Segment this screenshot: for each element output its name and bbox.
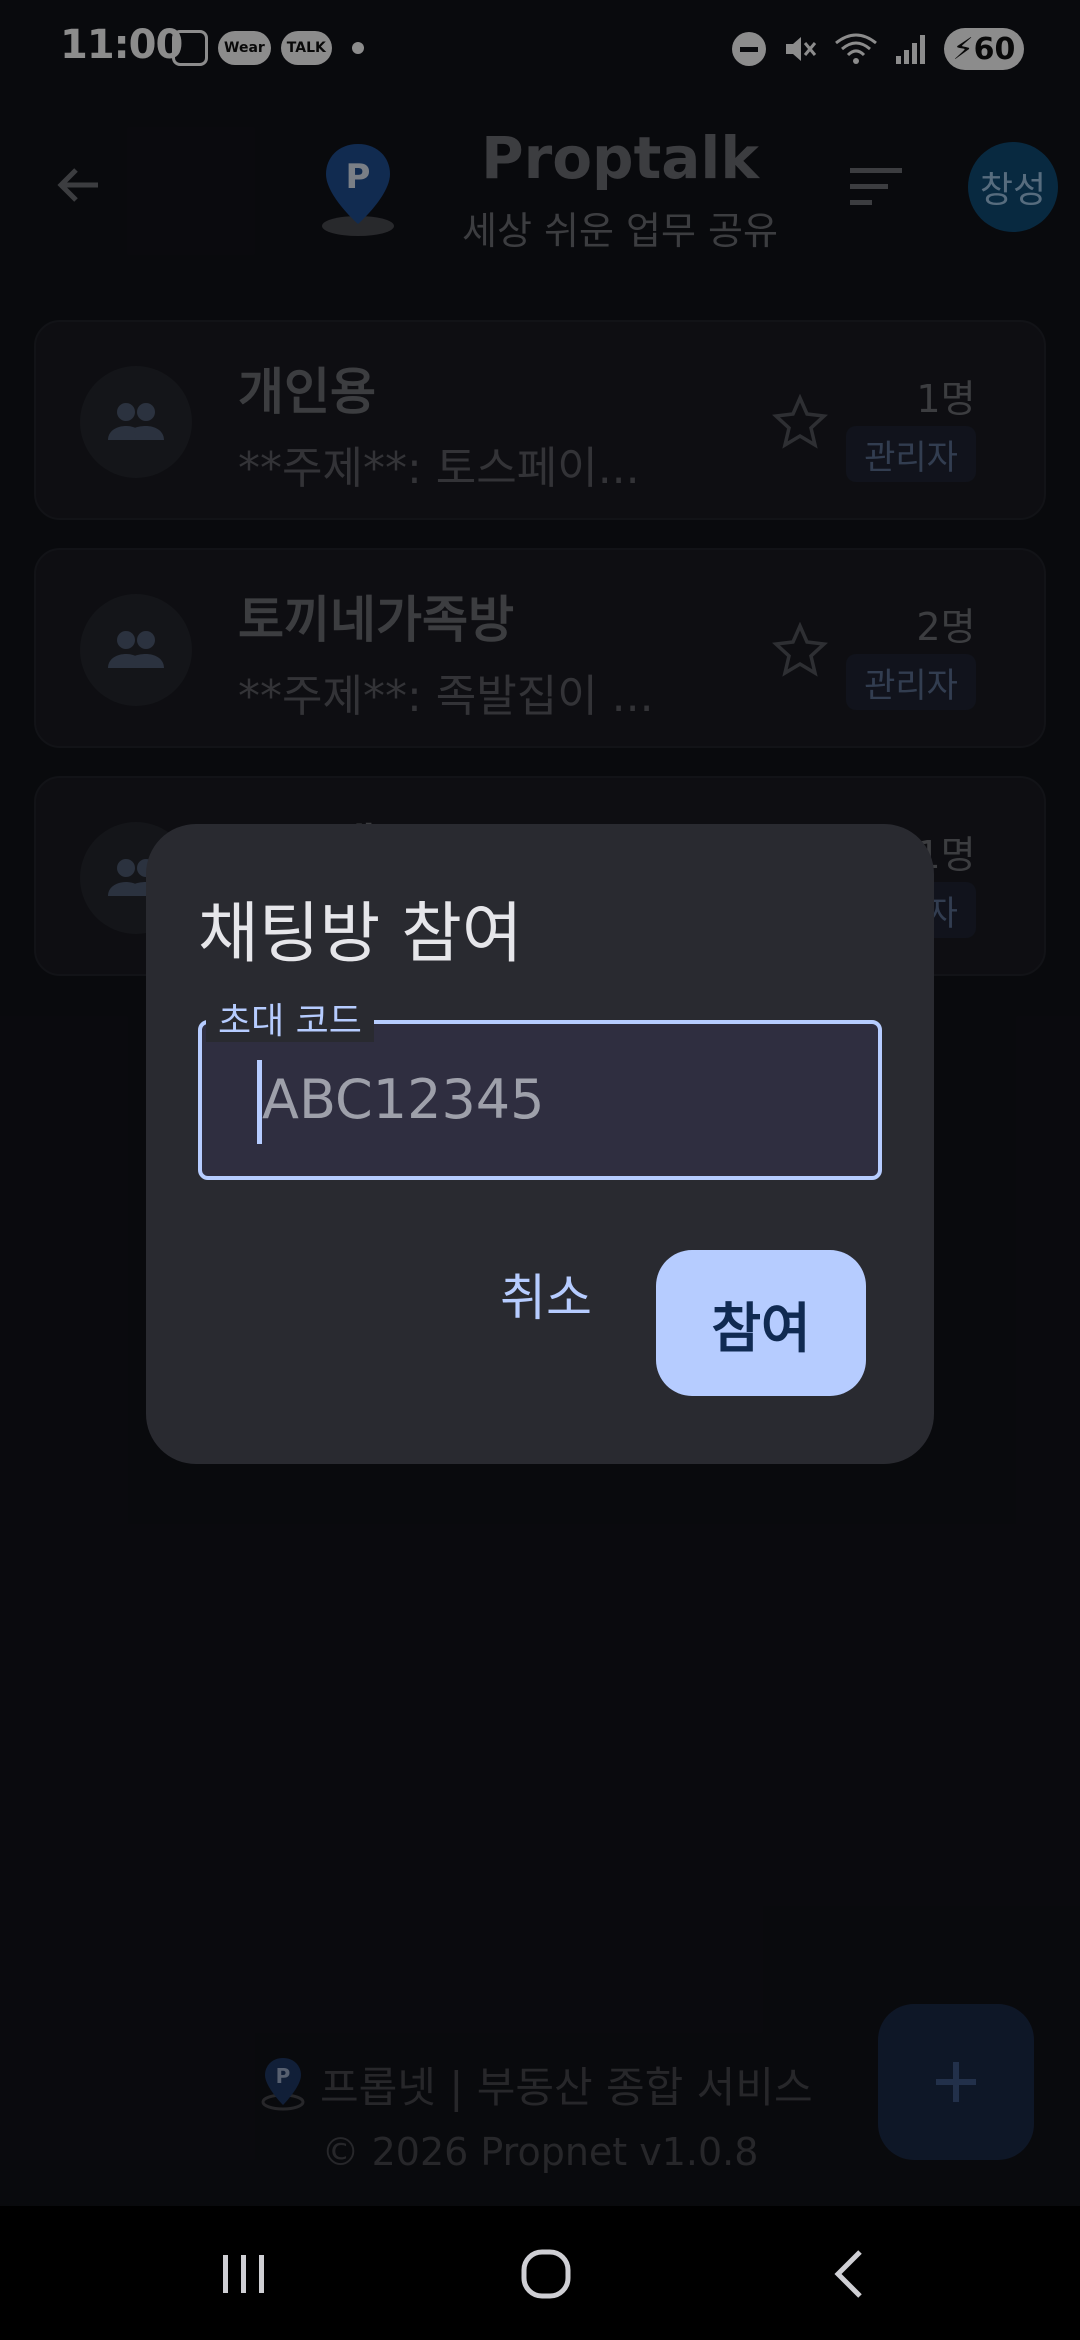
home-icon <box>521 2249 571 2299</box>
join-chatroom-dialog: 채팅방 참여 ABC12345 초대 코드 취소 참여 <box>146 824 934 1464</box>
recent-apps-button[interactable] <box>184 2232 304 2316</box>
home-button[interactable] <box>486 2232 606 2316</box>
screen: 11:00 Wear TALK ⚡ 60 P Proptalk 세상 쉬운 업무… <box>0 0 1080 2340</box>
dialog-title: 채팅방 참여 <box>198 895 523 972</box>
invite-code-label: 초대 코드 <box>206 1002 374 1042</box>
invite-code-input[interactable]: ABC12345 <box>198 1020 882 1180</box>
cancel-button[interactable]: 취소 <box>490 1244 602 1344</box>
back-nav-button[interactable] <box>790 2232 910 2316</box>
chevron-left-icon <box>834 2250 862 2298</box>
navigation-bar <box>0 2206 1080 2340</box>
join-button[interactable]: 참여 <box>656 1250 866 1396</box>
recent-apps-icon <box>223 2255 264 2293</box>
invite-code-value: ABC12345 <box>262 1068 545 1131</box>
